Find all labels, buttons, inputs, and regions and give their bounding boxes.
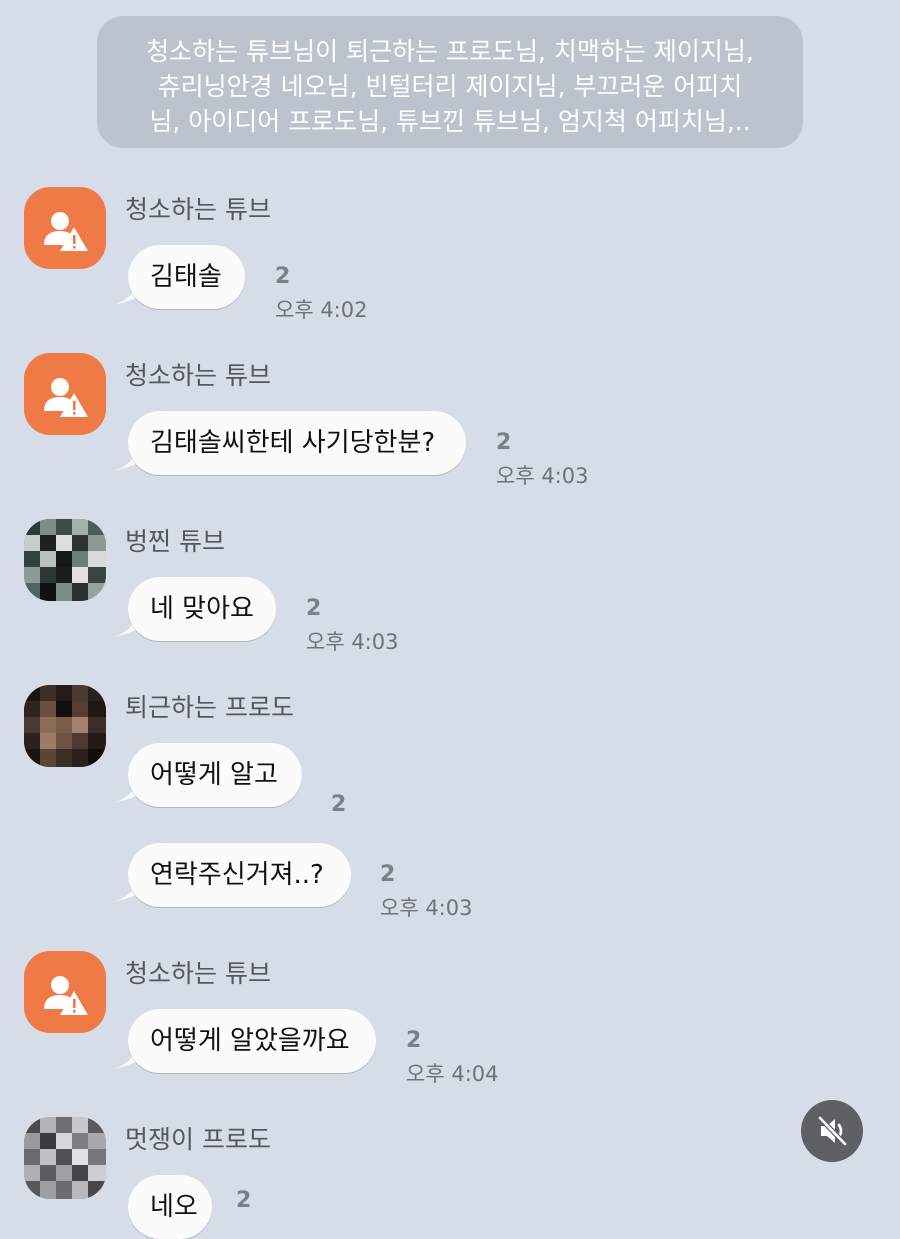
unread-count: 2 [496,430,512,455]
message-bubble[interactable]: 연락주신거져..? [128,843,351,907]
mute-button[interactable] [801,1100,863,1162]
unread-count: 2 [380,862,396,887]
invite-notice-line-2: 츄리닝안경 네오님, 빈털터리 제이지님, 부끄러운 어피치 [157,72,743,101]
pixelated-photo-icon [24,519,106,601]
message-time: 오후 4:04 [406,1062,499,1086]
user-warning-icon [44,976,88,1015]
avatar[interactable] [24,951,106,1033]
message-text: 네 맞아요 [150,594,254,624]
avatar[interactable] [24,519,106,601]
avatar[interactable] [24,353,106,435]
invite-notice-line-3: 님, 아이디어 프로도님, 튜브낀 튜브님, 엄지척 어피치님,.. [149,107,751,136]
unread-count: 2 [275,264,291,289]
message-text: 연락주신거져..? [150,860,324,890]
sender-name: 청소하는 튜브 [125,361,271,390]
unread-count: 2 [306,596,322,621]
unread-count: 2 [331,792,347,817]
message-text: 어떻게 알고 [150,760,278,790]
message-text: 김태솔 [150,262,222,292]
message-bubble[interactable]: 어떻게 알고 [128,743,302,807]
invite-notice: 청소하는 튜브님이 퇴근하는 프로도님, 치맥하는 제이지님, 츄리닝안경 네오… [97,16,803,148]
message-time: 오후 4:03 [496,464,589,488]
avatar[interactable] [24,685,106,767]
sender-name: 청소하는 튜브 [125,959,271,988]
unread-count: 2 [406,1028,422,1053]
user-warning-icon [44,378,88,417]
message-text: 김태솔씨한테 사기당한분? [150,428,436,458]
message-bubble[interactable]: 네 맞아요 [128,577,276,641]
pixelated-photo-icon [24,685,106,767]
pixelated-photo-icon [24,1117,106,1199]
speaker-muted-icon [818,1116,847,1146]
message-time: 오후 4:03 [380,896,473,920]
sender-name: 청소하는 튜브 [125,195,271,224]
avatar[interactable] [24,1117,106,1199]
message-bubble[interactable]: 네오 [128,1175,212,1239]
sender-name: 멋쟁이 프로도 [125,1125,271,1154]
message-time: 오후 4:03 [306,630,399,654]
invite-notice-line-1: 청소하는 튜브님이 퇴근하는 프로도님, 치맥하는 제이지님, [146,37,754,66]
unread-count: 2 [236,1188,252,1213]
message-bubble[interactable]: 김태솔씨한테 사기당한분? [128,411,466,475]
message-text: 어떻게 알았을까요 [150,1026,350,1056]
message-text: 네오 [150,1192,198,1222]
sender-name: 퇴근하는 프로도 [125,693,294,722]
avatar[interactable] [24,187,106,269]
sender-name: 벙찐 튜브 [125,527,225,556]
user-warning-icon [44,212,88,251]
message-bubble[interactable]: 김태솔 [128,245,245,309]
message-time: 오후 4:02 [275,298,368,322]
message-bubble[interactable]: 어떻게 알았을까요 [128,1009,376,1073]
